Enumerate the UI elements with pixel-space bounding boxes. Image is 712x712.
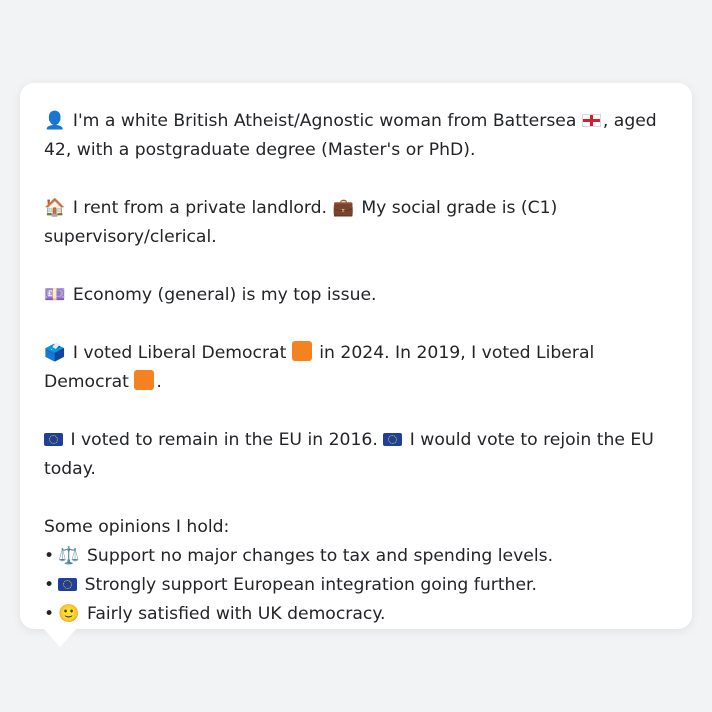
identity-paragraph: 👤 I'm a white British Atheist/Agnostic w…	[44, 107, 668, 165]
ballot-box-icon: 🗳️	[44, 343, 66, 363]
opinion-text: Strongly support European integration go…	[84, 575, 537, 595]
lib-dem-orange-square-icon	[291, 341, 312, 361]
housing-paragraph: 🏠 I rent from a private landlord. 💼 My s…	[44, 194, 668, 252]
opinions-heading: Some opinions I hold:	[44, 517, 230, 537]
eu-flag-icon-2	[383, 433, 403, 446]
slightly-smiling-face-icon: 🙂	[58, 604, 80, 624]
opinion-item: • 🙂 Fairly satisfied with UK democracy.	[44, 600, 668, 629]
identity-text: I'm a white British Atheist/Agnostic wom…	[72, 111, 577, 131]
opinion-text: Support no major changes to tax and spen…	[87, 546, 554, 566]
balance-scale-icon: ⚖️	[58, 546, 80, 566]
opinion-item: •🇪🇺 Strongly support European integratio…	[44, 571, 668, 600]
bubble-tail	[42, 627, 78, 647]
eu-flag-icon	[44, 433, 63, 446]
lib-dem-orange-square-icon-2	[134, 370, 155, 390]
england-flag-icon	[581, 114, 601, 127]
opinion-item: • ⚖️ Support no major changes to tax and …	[44, 542, 668, 571]
eu-paragraph: 🇪🇺 I voted to remain in the EU in 2016. …	[44, 426, 668, 484]
voting-paragraph: 🗳️ I voted Liberal Democrat 🟧 in 2024. I…	[44, 339, 668, 397]
top-issue-paragraph: 💷 Economy (general) is my top issue.	[44, 281, 668, 310]
briefcase-icon: 💼	[332, 198, 354, 218]
eu-flag-icon-3	[58, 578, 78, 591]
housing-text: I rent from a private landlord.	[72, 198, 327, 218]
eu-referendum-text: I voted to remain in the EU in 2016.	[70, 430, 378, 450]
pound-banknote-icon: 💷	[44, 285, 66, 305]
vote-2024-text: I voted Liberal Democrat	[72, 343, 287, 363]
house-icon: 🏠	[44, 198, 66, 218]
vote-end-punctuation: .	[156, 372, 162, 392]
bullet: •	[44, 604, 55, 624]
top-issue-text: Economy (general) is my top issue.	[72, 285, 377, 305]
bullet: •	[44, 546, 55, 566]
bullet: •	[44, 575, 55, 595]
opinions-section: Some opinions I hold: • ⚖️ Support no maj…	[44, 513, 668, 629]
opinion-text: Fairly satisfied with UK democracy.	[87, 604, 386, 624]
persona-message-bubble: 👤 I'm a white British Atheist/Agnostic w…	[20, 83, 692, 629]
person-icon: 👤	[44, 111, 66, 131]
